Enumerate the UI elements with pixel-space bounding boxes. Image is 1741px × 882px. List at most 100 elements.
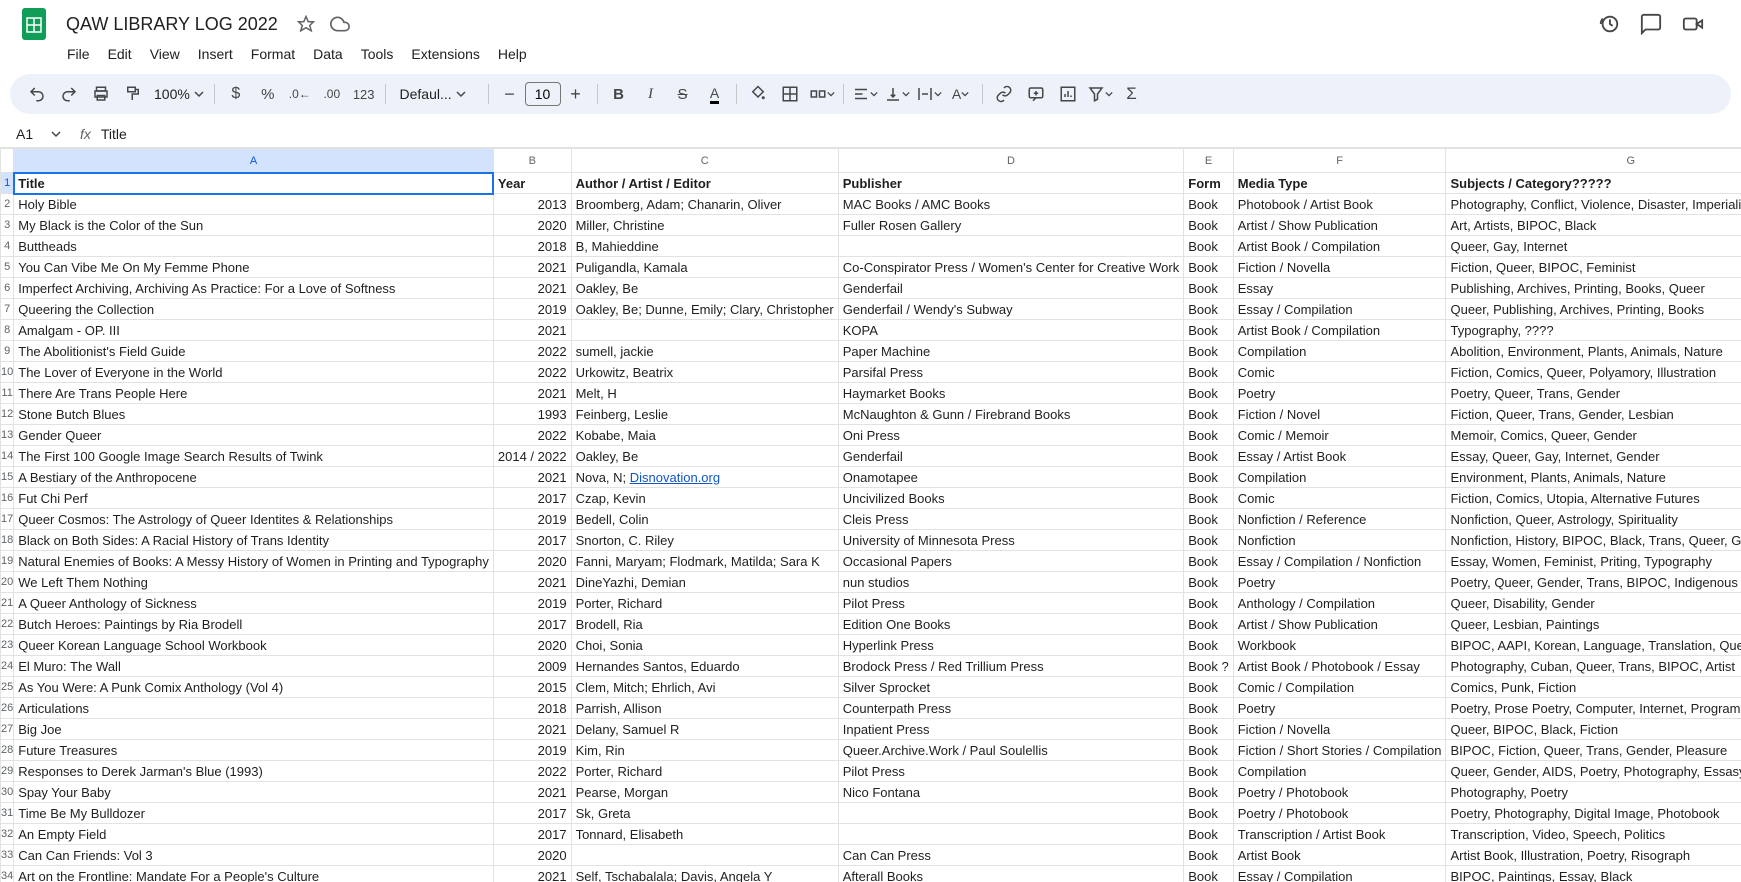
cell[interactable]: Book: [1184, 509, 1233, 530]
cell[interactable]: Articulations: [14, 698, 494, 719]
cell[interactable]: 2021: [493, 572, 571, 593]
column-header-B[interactable]: B: [493, 149, 571, 173]
cell[interactable]: Book: [1184, 866, 1233, 882]
cell[interactable]: My Black is the Color of the Sun: [14, 215, 494, 236]
cell[interactable]: 2020: [493, 635, 571, 656]
cell-header[interactable]: Subjects / Category?????: [1446, 173, 1741, 194]
cell[interactable]: El Muro: The Wall: [14, 656, 494, 677]
column-header-A[interactable]: A: [14, 149, 494, 173]
cell[interactable]: Comic: [1233, 362, 1446, 383]
cell[interactable]: 2019: [493, 593, 571, 614]
row-header-26[interactable]: 26: [1, 698, 14, 719]
cell[interactable]: Parsifal Press: [838, 362, 1184, 383]
cell[interactable]: The First 100 Google Image Search Result…: [14, 446, 494, 467]
row-header-14[interactable]: 14: [1, 446, 14, 467]
cell[interactable]: Time Be My Bulldozer: [14, 803, 494, 824]
cell[interactable]: Compilation: [1233, 341, 1446, 362]
undo-button[interactable]: [22, 79, 52, 109]
cell[interactable]: Fiction, Queer, BIPOC, Feminist: [1446, 257, 1741, 278]
cell[interactable]: 2021: [493, 782, 571, 803]
spreadsheet-grid[interactable]: ABCDEFG1TitleYearAuthor / Artist / Edito…: [0, 148, 1741, 882]
print-button[interactable]: [86, 79, 116, 109]
cell[interactable]: Inpatient Press: [838, 719, 1184, 740]
select-all-corner[interactable]: [1, 149, 14, 173]
cell[interactable]: Artist Book / Photobook / Essay: [1233, 656, 1446, 677]
cell[interactable]: [571, 320, 838, 341]
cell[interactable]: 2015: [493, 677, 571, 698]
cell[interactable]: Book: [1184, 572, 1233, 593]
cell[interactable]: Kim, Rin: [571, 740, 838, 761]
cell[interactable]: An Empty Field: [14, 824, 494, 845]
cell[interactable]: Pilot Press: [838, 593, 1184, 614]
cell[interactable]: Comic: [1233, 488, 1446, 509]
menu-extensions[interactable]: Extensions: [404, 42, 486, 66]
cell[interactable]: 2017: [493, 488, 571, 509]
cell[interactable]: Snorton, C. Riley: [571, 530, 838, 551]
cell[interactable]: [571, 845, 838, 866]
menu-insert[interactable]: Insert: [191, 42, 240, 66]
cell[interactable]: Essay / Compilation / Nonfiction: [1233, 551, 1446, 572]
menu-view[interactable]: View: [143, 42, 187, 66]
cell[interactable]: Porter, Richard: [571, 761, 838, 782]
italic-button[interactable]: I: [636, 79, 666, 109]
cell[interactable]: Queer Cosmos: The Astrology of Queer Ide…: [14, 509, 494, 530]
cell[interactable]: Poetry, Queer, Trans, Gender: [1446, 383, 1741, 404]
cell[interactable]: Book: [1184, 551, 1233, 572]
functions-button[interactable]: Σ: [1117, 79, 1147, 109]
percent-button[interactable]: %: [253, 79, 283, 109]
cell[interactable]: Silver Sprocket: [838, 677, 1184, 698]
cell[interactable]: 2017: [493, 803, 571, 824]
cell[interactable]: sumell, jackie: [571, 341, 838, 362]
row-header-4[interactable]: 4: [1, 236, 14, 257]
cell[interactable]: Delany, Samuel R: [571, 719, 838, 740]
link-button[interactable]: [989, 79, 1019, 109]
cell[interactable]: Book: [1184, 782, 1233, 803]
cell[interactable]: You Can Vibe Me On My Femme Phone: [14, 257, 494, 278]
cell[interactable]: We Left Them Nothing: [14, 572, 494, 593]
cell[interactable]: 2021: [493, 278, 571, 299]
filter-button[interactable]: [1085, 79, 1115, 109]
cell[interactable]: Queer, Lesbian, Paintings: [1446, 614, 1741, 635]
cell[interactable]: Counterpath Press: [838, 698, 1184, 719]
borders-button[interactable]: [775, 79, 805, 109]
cell[interactable]: Haymarket Books: [838, 383, 1184, 404]
row-header-28[interactable]: 28: [1, 740, 14, 761]
cell[interactable]: Anthology / Compilation: [1233, 593, 1446, 614]
cell[interactable]: Photobook / Artist Book: [1233, 194, 1446, 215]
cell[interactable]: Poetry: [1233, 698, 1446, 719]
row-header-7[interactable]: 7: [1, 299, 14, 320]
cell[interactable]: Holy Bible: [14, 194, 494, 215]
cell[interactable]: Book: [1184, 719, 1233, 740]
cell[interactable]: Nonfiction / Reference: [1233, 509, 1446, 530]
cell[interactable]: Urkowitz, Beatrix: [571, 362, 838, 383]
cell[interactable]: Genderfail: [838, 278, 1184, 299]
row-header-9[interactable]: 9: [1, 341, 14, 362]
cell[interactable]: Workbook: [1233, 635, 1446, 656]
cell[interactable]: Book: [1184, 236, 1233, 257]
cell[interactable]: Fiction, Comics, Utopia, Alternative Fut…: [1446, 488, 1741, 509]
cell[interactable]: Transcription, Video, Speech, Politics: [1446, 824, 1741, 845]
cell[interactable]: Tonnard, Elisabeth: [571, 824, 838, 845]
menu-help[interactable]: Help: [491, 42, 534, 66]
cell[interactable]: Book: [1184, 446, 1233, 467]
menu-tools[interactable]: Tools: [354, 42, 401, 66]
cell[interactable]: Compilation: [1233, 467, 1446, 488]
cell[interactable]: 2018: [493, 698, 571, 719]
cell[interactable]: Artist / Show Publication: [1233, 215, 1446, 236]
insert-chart-button[interactable]: [1053, 79, 1083, 109]
cell[interactable]: BIPOC, Fiction, Queer, Trans, Gender, Pl…: [1446, 740, 1741, 761]
cell[interactable]: Melt, H: [571, 383, 838, 404]
cell[interactable]: Queer, Gay, Internet: [1446, 236, 1741, 257]
rotate-button[interactable]: A: [946, 79, 976, 109]
cell[interactable]: [838, 824, 1184, 845]
cell[interactable]: Brodell, Ria: [571, 614, 838, 635]
cell[interactable]: Cleis Press: [838, 509, 1184, 530]
cell[interactable]: Comics, Punk, Fiction: [1446, 677, 1741, 698]
meet-icon[interactable]: [1681, 12, 1705, 36]
cell[interactable]: Abolition, Environment, Plants, Animals,…: [1446, 341, 1741, 362]
cell[interactable]: Queer.Archive.Work / Paul Soulellis: [838, 740, 1184, 761]
cell[interactable]: Book: [1184, 698, 1233, 719]
cell[interactable]: Oakley, Be; Dunne, Emily; Clary, Christo…: [571, 299, 838, 320]
column-header-E[interactable]: E: [1184, 149, 1233, 173]
sheets-logo[interactable]: [16, 6, 52, 42]
